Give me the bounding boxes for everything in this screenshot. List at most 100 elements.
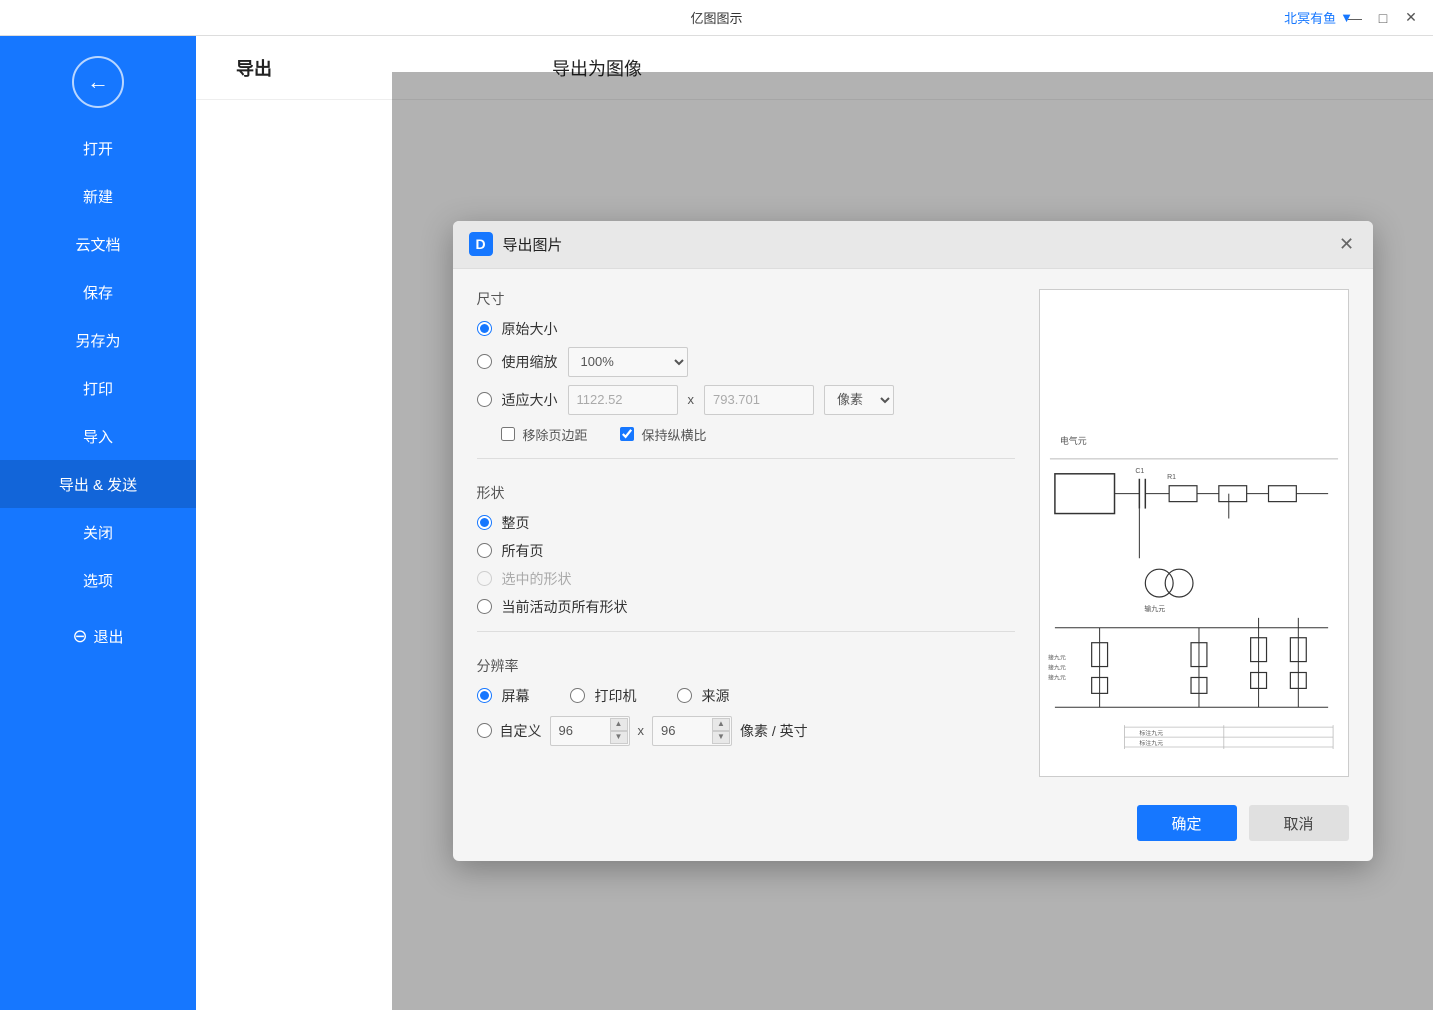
svg-text:标注九元: 标注九元 (1139, 739, 1163, 747)
stepper-y-up[interactable]: ▲ (712, 718, 730, 731)
radio-whole-page-row: 整页 (477, 513, 1015, 533)
resolution-radio-row: 屏幕 打印机 来源 (477, 686, 1015, 706)
fit-height-input[interactable] (704, 385, 814, 415)
size-radio-group: 原始大小 使用缩放 100% (477, 319, 1015, 415)
radio-whole-page[interactable] (477, 515, 492, 530)
radio-all-pages[interactable] (477, 543, 492, 558)
sidebar-item-close[interactable]: 关闭 (0, 508, 196, 556)
stepper-x-up[interactable]: ▲ (610, 718, 628, 731)
app-title: 亿图图示 (690, 8, 742, 27)
sidebar-item-label: 打开 (83, 138, 113, 159)
dialog-left-panel: 尺寸 原始大小 使用缩放 (477, 289, 1015, 778)
radio-custom-label: 自定义 (500, 721, 542, 741)
radio-zoom-row: 使用缩放 100% (477, 347, 1015, 377)
svg-text:电气元: 电气元 (1059, 435, 1086, 446)
radio-selected[interactable] (477, 571, 492, 586)
radio-screen[interactable] (477, 688, 492, 703)
radio-current-active[interactable] (477, 599, 492, 614)
sidebar: ← 打开 新建 云文档 保存 另存为 打印 导入 (0, 36, 196, 1010)
sidebar-item-label: 另存为 (75, 330, 120, 351)
radio-printer-label: 打印机 (595, 686, 637, 706)
preview-panel: 电气元 C1 (1039, 289, 1349, 778)
title-bar: 亿图图示 北冥有鱼 ▼ — □ ✕ (0, 0, 1433, 36)
keep-ratio-checkbox[interactable] (620, 427, 634, 441)
radio-printer[interactable] (570, 688, 585, 703)
radio-source[interactable] (677, 688, 692, 703)
radio-current-active-label: 当前活动页所有形状 (502, 597, 628, 617)
sidebar-item-label: 保存 (83, 282, 113, 303)
sidebar-menu: 打开 新建 云文档 保存 另存为 打印 导入 导出 & 发送 (0, 124, 196, 660)
sidebar-item-open[interactable]: 打开 (0, 124, 196, 172)
divider-1 (477, 458, 1015, 459)
shape-radio-group: 整页 所有页 选中的形状 (477, 513, 1015, 617)
user-menu[interactable]: 北冥有鱼 ▼ (1284, 8, 1353, 27)
radio-all-pages-row: 所有页 (477, 541, 1015, 561)
fit-width-input[interactable] (568, 385, 678, 415)
radio-zoom[interactable] (477, 354, 492, 369)
radio-printer-row: 打印机 (570, 686, 637, 706)
stepper-x-down[interactable]: ▼ (610, 731, 628, 744)
dialog-icon: D (469, 232, 493, 256)
dialog-close-button[interactable]: ✕ (1335, 233, 1359, 257)
sidebar-item-label: 关闭 (83, 522, 113, 543)
sidebar-item-saveas[interactable]: 另存为 (0, 316, 196, 364)
radio-source-label: 来源 (702, 686, 730, 706)
svg-text:R1: R1 (1167, 473, 1176, 480)
radio-selected-row: 选中的形状 (477, 569, 1015, 589)
minimize-button[interactable]: — (1345, 8, 1365, 28)
svg-text:接九元: 接九元 (1047, 653, 1065, 661)
sidebar-item-label: 打印 (83, 378, 113, 399)
radio-fit[interactable] (477, 392, 492, 407)
radio-current-active-row: 当前活动页所有形状 (477, 597, 1015, 617)
radio-source-row: 来源 (677, 686, 730, 706)
sidebar-item-new[interactable]: 新建 (0, 172, 196, 220)
svg-text:标注九元: 标注九元 (1139, 729, 1163, 737)
radio-fit-label: 适应大小 (502, 390, 558, 410)
back-button[interactable]: ← (72, 56, 124, 108)
content-title: 导出 (236, 55, 272, 81)
sidebar-item-label: 选项 (83, 570, 113, 591)
size-section-label: 尺寸 (477, 289, 1015, 309)
maximize-button[interactable]: □ (1373, 8, 1393, 28)
svg-text:C1: C1 (1135, 467, 1144, 474)
custom-resolution-row: 自定义 ▲ ▼ x (477, 716, 1015, 746)
sidebar-item-label: 导入 (83, 426, 113, 447)
sidebar-item-options[interactable]: 选项 (0, 556, 196, 604)
sidebar-item-label: 退出 (94, 626, 124, 647)
x-separator: x (688, 392, 695, 407)
sidebar-item-export[interactable]: 导出 & 发送 (0, 460, 196, 508)
sidebar-item-print[interactable]: 打印 (0, 364, 196, 412)
modal-overlay: D 导出图片 ✕ 尺寸 原始大小 (392, 72, 1433, 1010)
export-dialog: D 导出图片 ✕ 尺寸 原始大小 (453, 221, 1373, 862)
close-button[interactable]: ✕ (1401, 8, 1421, 28)
resolution-unit-label: 像素 / 英寸 (740, 721, 808, 741)
cancel-button[interactable]: 取消 (1249, 805, 1349, 841)
unit-select[interactable]: 像素 (824, 385, 894, 415)
confirm-button[interactable]: 确定 (1137, 805, 1237, 841)
resolution-x-label: x (638, 723, 645, 738)
back-icon: ← (87, 69, 109, 95)
remove-margin-checkbox[interactable] (501, 427, 515, 441)
radio-custom[interactable] (477, 723, 492, 738)
sidebar-item-label: 新建 (83, 186, 113, 207)
radio-fit-row: 适应大小 x 像素 (477, 385, 1015, 415)
radio-selected-label: 选中的形状 (502, 569, 572, 589)
dialog-icon-text: D (475, 236, 485, 252)
dialog-footer: 确定 取消 (453, 793, 1373, 861)
content-area: 导出 导出为图像 D 导出图片 ✕ (196, 36, 1433, 1010)
sidebar-item-label: 云文档 (75, 234, 120, 255)
sidebar-item-save[interactable]: 保存 (0, 268, 196, 316)
sidebar-item-cloud[interactable]: 云文档 (0, 220, 196, 268)
exit-icon: ⊖ (72, 626, 87, 647)
zoom-select[interactable]: 100% (568, 347, 688, 377)
sidebar-item-exit[interactable]: ⊖ 退出 (0, 612, 196, 660)
stepper-y-down[interactable]: ▼ (712, 731, 730, 744)
radio-original[interactable] (477, 321, 492, 336)
radio-all-pages-label: 所有页 (502, 541, 544, 561)
keep-ratio-label: 保持纵横比 (642, 425, 707, 444)
svg-text:接九元: 接九元 (1047, 663, 1065, 671)
sidebar-item-import[interactable]: 导入 (0, 412, 196, 460)
custom-x-stepper: ▲ ▼ (550, 716, 630, 746)
custom-y-stepper: ▲ ▼ (652, 716, 732, 746)
window-controls: — □ ✕ (1345, 8, 1421, 28)
